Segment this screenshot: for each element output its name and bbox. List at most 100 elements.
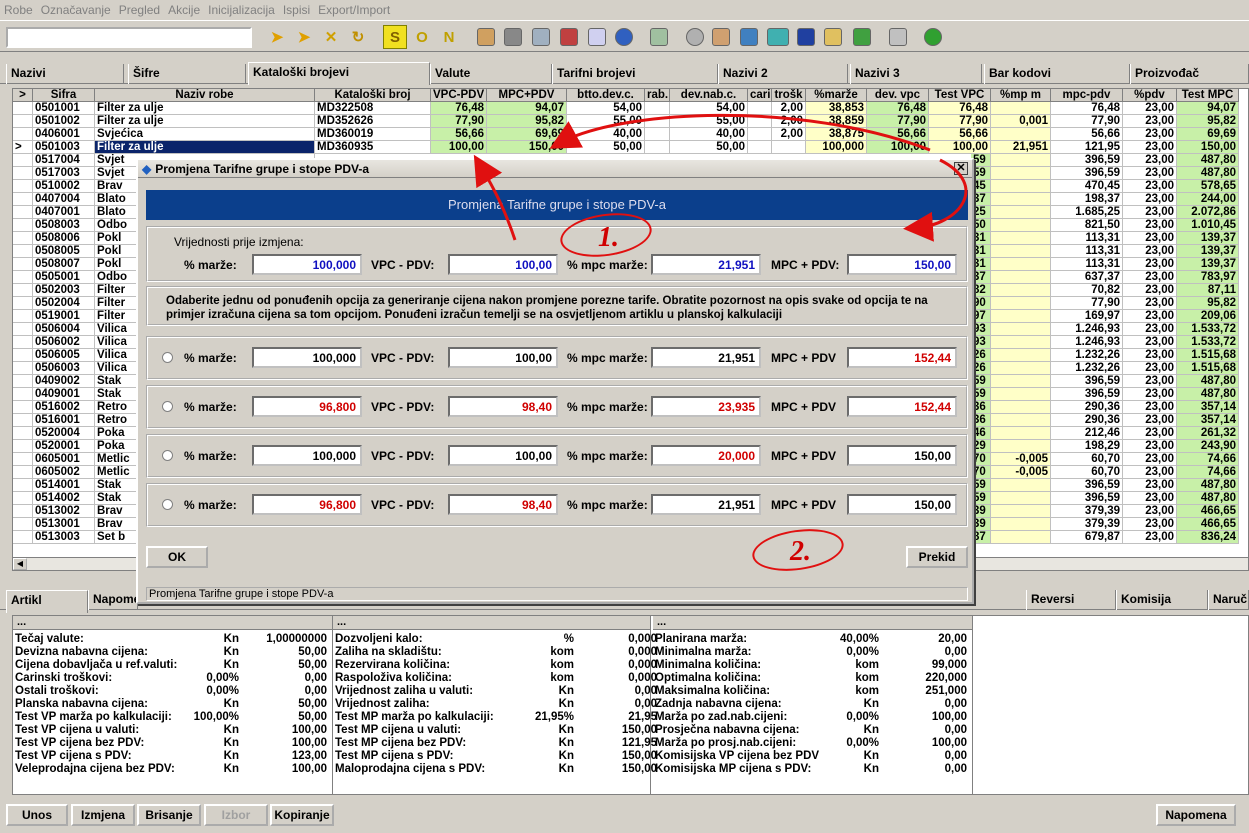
grid-cell[interactable] [991,440,1051,453]
grid-cell[interactable] [748,115,772,128]
option-mpc-marze-field[interactable]: 21,951 [651,347,761,368]
grid-cell[interactable]: 23,00 [1123,245,1177,258]
grid-cell[interactable]: 95,82 [487,115,567,128]
row-indicator[interactable]: > [13,141,33,154]
letter-o-button[interactable]: O [410,25,434,49]
grid-cell[interactable]: 37 [971,271,991,284]
grid-cell[interactable]: 23,00 [1123,206,1177,219]
grid-cell[interactable]: 1.685,25 [1051,206,1123,219]
grid-cell[interactable]: 25 [971,206,991,219]
grid-cell[interactable]: Filter za ulje [95,141,315,154]
grid-cell[interactable]: 70,82 [1051,284,1123,297]
grid-cell[interactable] [991,401,1051,414]
grid-cell[interactable]: 0506003 [33,362,95,375]
grid-cell[interactable]: 56,66 [867,128,929,141]
grid-cell[interactable]: 0513003 [33,531,95,544]
grid-cell[interactable]: 23,00 [1123,518,1177,531]
grid-cell[interactable]: 38,853 [806,102,867,115]
grid-cell[interactable] [991,531,1051,544]
tab-6[interactable]: Nazivi 3 [850,64,982,84]
grid-cell[interactable]: 77,90 [1051,115,1123,128]
grid-cell[interactable]: 23,00 [1123,180,1177,193]
menu-item-6[interactable]: Export/Import [314,3,394,17]
column-header[interactable]: Test VPC [929,89,991,102]
grid-cell[interactable]: 113,31 [1051,232,1123,245]
row-indicator[interactable] [13,531,33,544]
grid-cell[interactable]: 45 [971,180,991,193]
grid-cell[interactable]: 261,32 [1177,427,1239,440]
globe-icon[interactable] [615,28,633,46]
grid-cell[interactable]: 0,001 [991,115,1051,128]
grid-cell[interactable]: 0516002 [33,401,95,414]
grid-cell[interactable]: 77,90 [1051,297,1123,310]
grid-cell[interactable]: 357,14 [1177,414,1239,427]
grid-cell[interactable]: 60,70 [1051,466,1123,479]
recycle-icon[interactable] [650,28,668,46]
search-input[interactable] [6,27,252,48]
grid-cell[interactable] [991,167,1051,180]
grid-cell[interactable]: -0,005 [991,453,1051,466]
grid-cell[interactable]: 77,90 [867,115,929,128]
grid-cell[interactable]: 150,00 [1177,141,1239,154]
grid-cell[interactable] [991,375,1051,388]
grid-cell[interactable]: 121,95 [1051,141,1123,154]
grid-cell[interactable] [991,479,1051,492]
row-indicator[interactable] [13,219,33,232]
grid-cell[interactable]: 31 [971,232,991,245]
bottom-tab-3[interactable]: Komisija [1116,590,1208,610]
person-icon[interactable] [740,28,758,46]
grid-cell[interactable]: 1.246,93 [1051,336,1123,349]
grid-cell[interactable] [991,154,1051,167]
row-indicator[interactable] [13,271,33,284]
grid-cell[interactable]: 0516001 [33,414,95,427]
grid-cell[interactable]: 0514001 [33,479,95,492]
grid-cell[interactable]: 59 [971,479,991,492]
grid-cell[interactable] [748,128,772,141]
grid-cell[interactable]: 40,00 [670,128,748,141]
grid-cell[interactable]: 198,29 [1051,440,1123,453]
row-indicator[interactable] [13,102,33,115]
izbor-button[interactable]: Izbor [204,804,268,826]
grid-cell[interactable]: 82 [971,284,991,297]
grid-cell[interactable]: 59 [971,154,991,167]
grid-cell[interactable]: 244,00 [1177,193,1239,206]
grid-cell[interactable]: 487,80 [1177,388,1239,401]
grid-cell[interactable]: 23,00 [1123,440,1177,453]
table-row[interactable]: 0406001 Svjećica MD360019 56,66 69,69 40,00 40… [13,128,1248,141]
grid-cell[interactable] [991,245,1051,258]
row-indicator[interactable] [13,492,33,505]
grid-cell[interactable]: 76,48 [431,102,487,115]
grid-cell[interactable]: 487,80 [1177,492,1239,505]
option-marze-field[interactable]: 100,000 [252,445,362,466]
grid-cell[interactable]: 54,00 [670,102,748,115]
grid-cell[interactable]: 23,00 [1123,271,1177,284]
grid-cell[interactable] [991,492,1051,505]
grid-cell[interactable]: 396,59 [1051,167,1123,180]
grid-cell[interactable] [991,102,1051,115]
grid-cell[interactable]: 23,00 [1123,219,1177,232]
grid-cell[interactable] [991,258,1051,271]
grid-cell[interactable]: 23,00 [1123,362,1177,375]
bottom-tab-0[interactable]: Artikl [6,590,88,613]
option-radio-3[interactable] [162,450,173,461]
grid-cell[interactable] [991,336,1051,349]
grid-cell[interactable]: 1.246,93 [1051,323,1123,336]
row-indicator[interactable] [13,336,33,349]
grid-cell[interactable]: 69,69 [487,128,567,141]
grid-cell[interactable]: 50,00 [670,141,748,154]
bottom-tab-4[interactable]: Naruč [1208,590,1249,610]
grid-cell[interactable]: 93 [971,323,991,336]
grid-cell[interactable]: 23,00 [1123,401,1177,414]
grid-cell[interactable] [991,128,1051,141]
grid-cell[interactable]: 94,07 [487,102,567,115]
grid-cell[interactable]: 23,00 [1123,349,1177,362]
menu-item-5[interactable]: Ispisi [279,3,314,17]
row-indicator[interactable] [13,505,33,518]
option-vpc-field[interactable]: 98,40 [448,494,558,515]
grid-cell[interactable]: 23,00 [1123,414,1177,427]
grid-cell[interactable]: MD322508 [315,102,431,115]
row-indicator[interactable] [13,284,33,297]
grid-cell[interactable]: 357,14 [1177,401,1239,414]
grid-cell[interactable] [748,141,772,154]
bottom-tab-1[interactable]: Napome [88,590,138,610]
